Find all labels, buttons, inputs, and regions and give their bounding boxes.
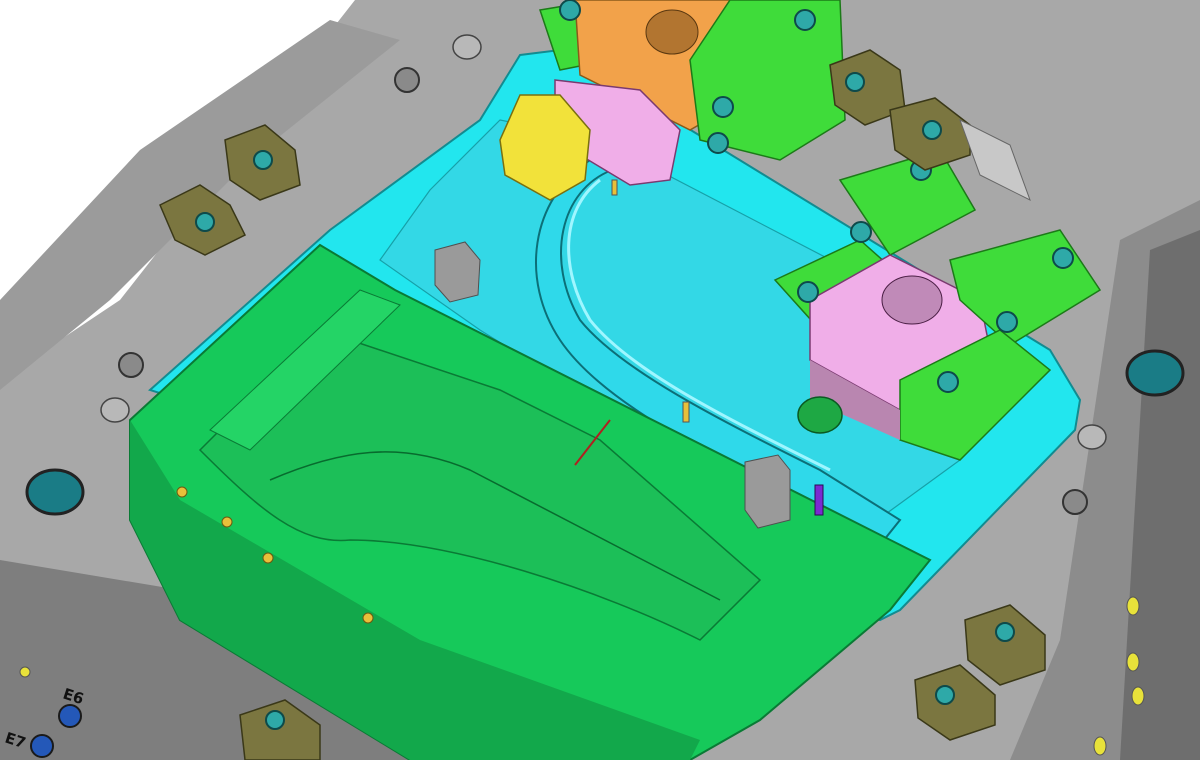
- port: [58, 704, 82, 728]
- insert-hole: [362, 612, 374, 624]
- standoff-block: [744, 454, 791, 529]
- bolt-head: [794, 9, 816, 31]
- dowel-pin: [1077, 424, 1107, 450]
- gate-marker: [611, 179, 618, 196]
- bolt-head: [559, 0, 581, 21]
- insert-hole: [176, 486, 188, 498]
- bolt-head: [797, 281, 819, 303]
- bolt-head: [996, 311, 1018, 333]
- insert-hole: [262, 552, 274, 564]
- counterbore: [1062, 489, 1088, 515]
- green-cylinder: [797, 396, 843, 434]
- clamp-bolt-icon: [935, 685, 955, 705]
- bolt-head: [850, 221, 872, 243]
- counterbore: [118, 352, 144, 378]
- top-slider-bore: [645, 9, 699, 55]
- bolt-head: [937, 371, 959, 393]
- port: [1126, 652, 1140, 672]
- bolt-head: [1052, 247, 1074, 269]
- dowel-pin: [100, 397, 130, 423]
- port: [19, 666, 31, 678]
- mold-cad-viewport: E6 E7: [0, 0, 1200, 760]
- insert-hole: [221, 516, 233, 528]
- bolt-head: [712, 96, 734, 118]
- right-slider-bore: [881, 275, 943, 325]
- clamp-bolt-icon: [195, 212, 215, 232]
- gate-marker: [814, 484, 824, 516]
- port: [30, 734, 54, 758]
- dowel-pin: [452, 34, 482, 60]
- gate-marker: [682, 401, 690, 423]
- clamp-bolt-icon: [265, 710, 285, 730]
- counterbore: [394, 67, 420, 93]
- guide-hole: [1125, 349, 1185, 397]
- clamp-bolt-icon: [995, 622, 1015, 642]
- clamp-bolt-icon: [845, 72, 865, 92]
- port: [1131, 686, 1145, 706]
- clamp-bolt-icon: [253, 150, 273, 170]
- port: [1126, 596, 1140, 616]
- guide-hole: [25, 468, 85, 516]
- clamp-bolt-icon: [922, 120, 942, 140]
- bolt-head: [707, 132, 729, 154]
- port: [1093, 736, 1107, 756]
